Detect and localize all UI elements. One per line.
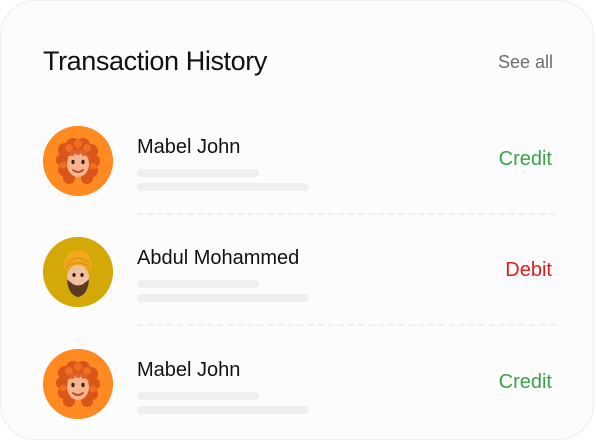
turban-avatar-icon bbox=[43, 237, 113, 307]
transaction-name: Abdul Mohammed bbox=[137, 247, 300, 269]
transaction-name: Mabel John bbox=[137, 136, 241, 158]
transaction-row[interactable]: Abdul Mohammed Debit bbox=[1, 223, 595, 335]
transaction-row[interactable]: Mabel John Credit bbox=[1, 112, 595, 224]
placeholder-line bbox=[137, 406, 309, 414]
transaction-name: Mabel John bbox=[137, 359, 241, 381]
curly-hair-avatar-icon bbox=[43, 349, 113, 419]
transaction-type-credit: Credit bbox=[498, 371, 552, 393]
transaction-row[interactable]: Mabel John Credit bbox=[1, 335, 595, 447]
placeholder-line bbox=[137, 392, 259, 400]
row-divider bbox=[137, 213, 555, 215]
placeholder-line bbox=[137, 280, 259, 288]
transaction-type-credit: Credit bbox=[498, 148, 552, 170]
placeholder-line bbox=[137, 183, 309, 191]
transaction-type-debit: Debit bbox=[505, 259, 552, 281]
placeholder-line bbox=[137, 169, 259, 177]
transaction-history-card: Transaction History See all Mabel John C… bbox=[0, 0, 594, 440]
card-title: Transaction History bbox=[43, 46, 267, 76]
see-all-link[interactable]: See all bbox=[498, 52, 553, 73]
row-divider bbox=[137, 324, 555, 326]
curly-hair-avatar-icon bbox=[43, 126, 113, 196]
card-header: Transaction History See all bbox=[43, 46, 555, 80]
placeholder-line bbox=[137, 294, 309, 302]
